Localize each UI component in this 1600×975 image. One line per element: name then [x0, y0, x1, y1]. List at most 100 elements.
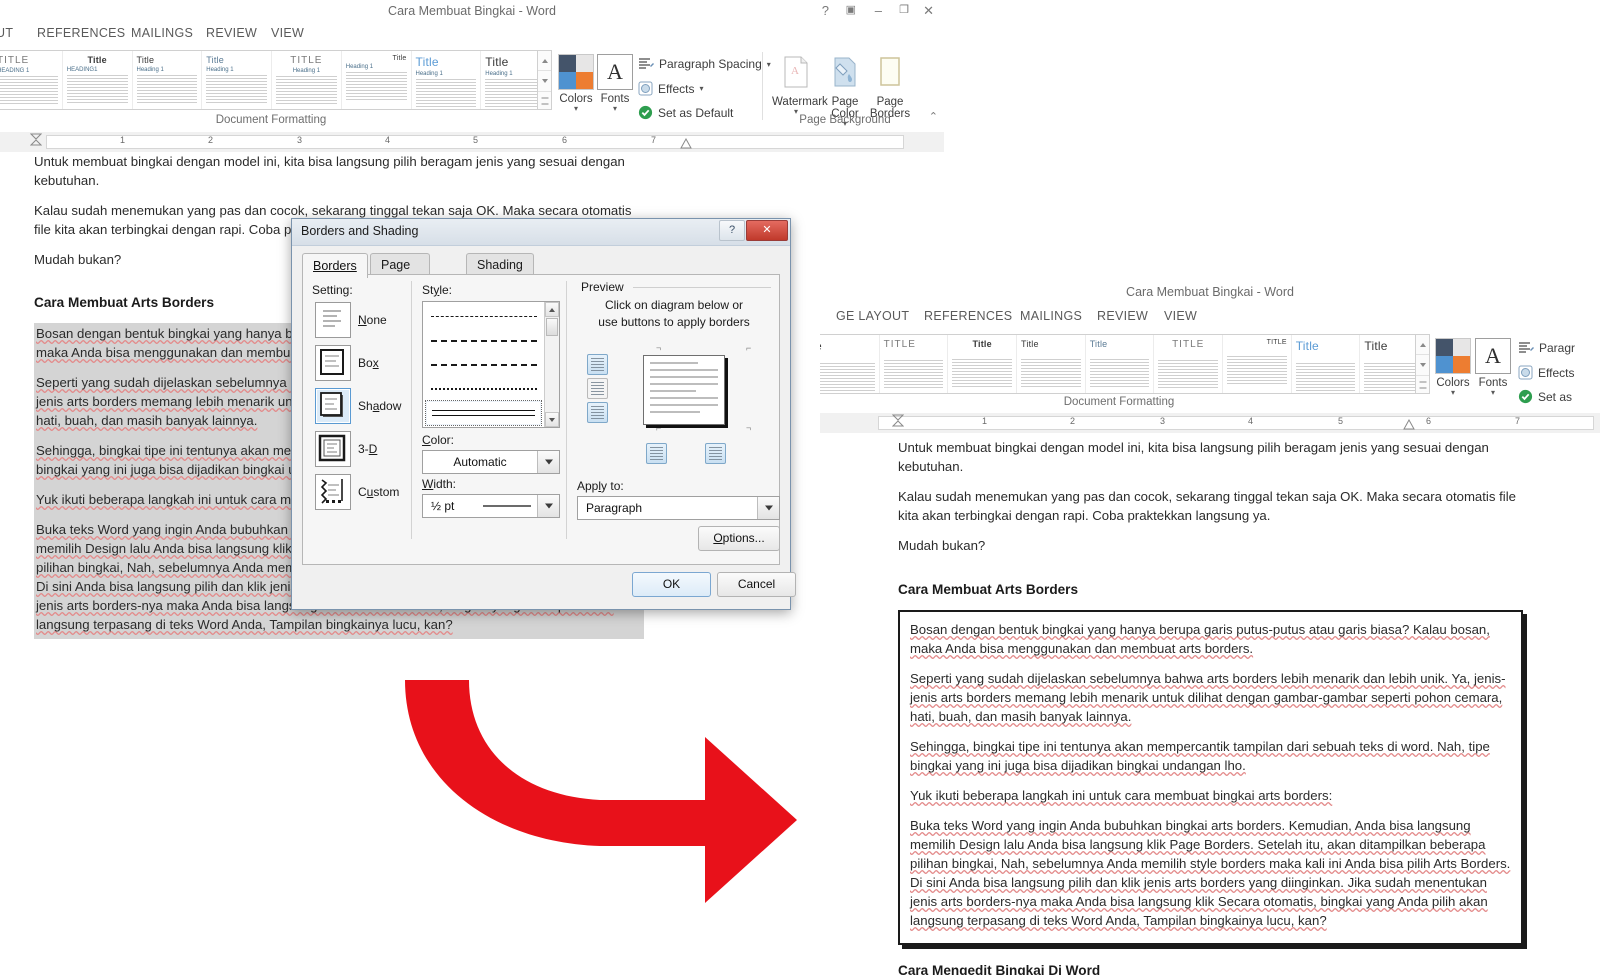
- apply-to-combobox[interactable]: Paragraph: [577, 496, 780, 520]
- style-gallery-item[interactable]: TITLE: [1223, 335, 1292, 393]
- chevron-down-icon[interactable]: [757, 497, 779, 519]
- style-gallery-item[interactable]: e: [820, 335, 880, 393]
- right-ruler[interactable]: 1 2 3 4 5 6 7: [820, 413, 1600, 434]
- theme-fonts-button[interactable]: A Fonts ▾: [597, 54, 633, 113]
- borders-and-shading-dialog[interactable]: Borders and Shading ? ✕ Borders Page Bor…: [291, 218, 796, 610]
- page-borders-button[interactable]: Page Borders: [866, 56, 914, 120]
- style-gallery-item[interactable]: TITLE: [880, 335, 949, 393]
- tab-review[interactable]: REVIEW: [1097, 309, 1148, 323]
- paragraph-spacing-button[interactable]: Paragraph Spacing ▾: [638, 57, 771, 71]
- tab-references[interactable]: REFERENCES: [37, 26, 125, 40]
- indent-marker-left[interactable]: [29, 133, 43, 149]
- style-gallery-item[interactable]: Title HEADING1: [63, 51, 133, 109]
- style-gallery-item[interactable]: Title Heading 1: [202, 51, 272, 109]
- tab-references[interactable]: REFERENCES: [924, 309, 1012, 323]
- setting-label-custom[interactable]: Custom: [358, 485, 399, 499]
- help-icon[interactable]: ?: [822, 3, 829, 18]
- tab-shading[interactable]: Shading: [466, 253, 534, 276]
- tab-view[interactable]: VIEW: [271, 26, 304, 40]
- style-gallery[interactable]: TITLE HEADING 1 Title HEADING1 Title Hea…: [0, 50, 552, 110]
- setting-label-3d[interactable]: 3-D: [358, 442, 377, 456]
- set-as-default-button[interactable]: Set as Default: [638, 105, 733, 120]
- border-button-horizontal[interactable]: [587, 378, 608, 399]
- cancel-button[interactable]: Cancel: [717, 572, 796, 597]
- theme-colors-button[interactable]: Colors ▾: [558, 54, 594, 113]
- bordered-text-block[interactable]: Bosan dengan bentuk bingkai yang hanya b…: [898, 610, 1523, 945]
- style-gallery-item[interactable]: Title: [1086, 335, 1155, 393]
- effects-button[interactable]: Effects ▾: [638, 81, 703, 96]
- tab-page-layout[interactable]: UT: [0, 26, 13, 40]
- help-icon[interactable]: ?: [719, 220, 745, 241]
- style-gallery-item[interactable]: TITLE HEADING 1: [0, 51, 63, 109]
- scroll-up-button[interactable]: [545, 302, 559, 317]
- style-scrollbar[interactable]: [544, 302, 559, 427]
- effects-button[interactable]: Effects: [1518, 365, 1574, 380]
- scroll-down-button[interactable]: [545, 412, 559, 427]
- style-gallery-item[interactable]: Title Heading 1: [342, 51, 412, 109]
- tab-view[interactable]: VIEW: [1164, 309, 1197, 323]
- gallery-scroll-up[interactable]: [1416, 335, 1429, 356]
- close-icon[interactable]: ✕: [923, 3, 934, 19]
- style-item-dashed[interactable]: [427, 332, 541, 350]
- border-button-top[interactable]: [587, 354, 608, 375]
- setting-label-shadow[interactable]: Shadow: [358, 399, 401, 413]
- tab-borders[interactable]: Borders: [302, 253, 368, 278]
- chevron-down-icon[interactable]: ▾: [1475, 389, 1511, 397]
- right-document-page[interactable]: Untuk membuat bingkai dengan model ini, …: [820, 433, 1600, 975]
- style-gallery-item[interactable]: TITLE Heading 1: [272, 51, 342, 109]
- gallery-scroll-up[interactable]: [538, 51, 551, 72]
- style-gallery[interactable]: e TITLE Title Title Title TITLE: [820, 334, 1430, 394]
- style-item-double-line[interactable]: [425, 400, 542, 426]
- chevron-down-icon[interactable]: ▾: [699, 84, 703, 93]
- chevron-down-icon[interactable]: [537, 495, 559, 517]
- gallery-more-icon[interactable]: [1416, 376, 1429, 393]
- left-ruler[interactable]: 1 2 3 4 5 6 7: [0, 132, 944, 153]
- style-listbox[interactable]: [422, 301, 560, 428]
- gallery-scrollbar[interactable]: [537, 51, 551, 109]
- style-gallery-item[interactable]: Title: [1292, 335, 1361, 393]
- style-gallery-item[interactable]: Title Heading 1: [133, 51, 203, 109]
- tab-review[interactable]: REVIEW: [206, 26, 257, 40]
- restore-icon[interactable]: ❐: [899, 3, 909, 16]
- style-item-dashed-fine[interactable]: [427, 308, 541, 326]
- border-button-bottom[interactable]: [587, 402, 608, 423]
- watermark-button[interactable]: A Watermark ▾: [772, 56, 828, 116]
- set-as-default-button[interactable]: Set as: [1518, 389, 1572, 404]
- setting-option-custom[interactable]: [315, 474, 351, 510]
- gallery-scrollbar[interactable]: [1415, 335, 1429, 393]
- setting-option-none[interactable]: [315, 302, 351, 338]
- paragraph-spacing-button[interactable]: Paragr: [1518, 341, 1575, 355]
- setting-option-shadow[interactable]: [315, 388, 351, 424]
- style-item-dash-dot-dot[interactable]: [427, 380, 541, 398]
- tab-mailings[interactable]: MAILINGS: [1020, 309, 1082, 323]
- chevron-down-icon[interactable]: ▾: [767, 60, 771, 69]
- chevron-down-icon[interactable]: [537, 451, 559, 473]
- tab-mailings[interactable]: MAILINGS: [131, 26, 193, 40]
- chevron-down-icon[interactable]: ▾: [1435, 389, 1471, 397]
- ribbon-display-options-icon[interactable]: ▣: [846, 3, 856, 16]
- color-combobox[interactable]: Automatic: [422, 450, 560, 474]
- close-icon[interactable]: ✕: [746, 220, 788, 241]
- width-combobox[interactable]: ½ pt: [422, 494, 560, 518]
- setting-option-3d[interactable]: [315, 431, 351, 467]
- chevron-down-icon[interactable]: ▾: [597, 105, 633, 113]
- style-item-dash-dot[interactable]: [427, 356, 541, 374]
- scroll-thumb[interactable]: [546, 318, 558, 336]
- options-button[interactable]: Options...: [698, 526, 780, 551]
- chevron-down-icon[interactable]: ▾: [558, 105, 594, 113]
- dialog-titlebar[interactable]: Borders and Shading ? ✕: [292, 219, 790, 246]
- minimize-icon[interactable]: –: [875, 3, 882, 18]
- ok-button[interactable]: OK: [632, 572, 711, 597]
- setting-option-box[interactable]: [315, 345, 351, 381]
- setting-label-box[interactable]: Box: [358, 356, 379, 370]
- theme-colors-button[interactable]: Colors ▾: [1435, 338, 1471, 397]
- style-gallery-item[interactable]: Title: [948, 335, 1018, 393]
- indent-marker-left[interactable]: [891, 414, 905, 430]
- gallery-more-icon[interactable]: [538, 92, 551, 109]
- gallery-scroll-down[interactable]: [1416, 355, 1429, 376]
- border-button-left[interactable]: [646, 443, 667, 464]
- style-gallery-item[interactable]: TITLE: [1154, 335, 1224, 393]
- tab-page-border[interactable]: Page Border: [370, 253, 430, 294]
- border-button-right[interactable]: [705, 443, 726, 464]
- tab-page-layout[interactable]: GE LAYOUT: [836, 309, 909, 323]
